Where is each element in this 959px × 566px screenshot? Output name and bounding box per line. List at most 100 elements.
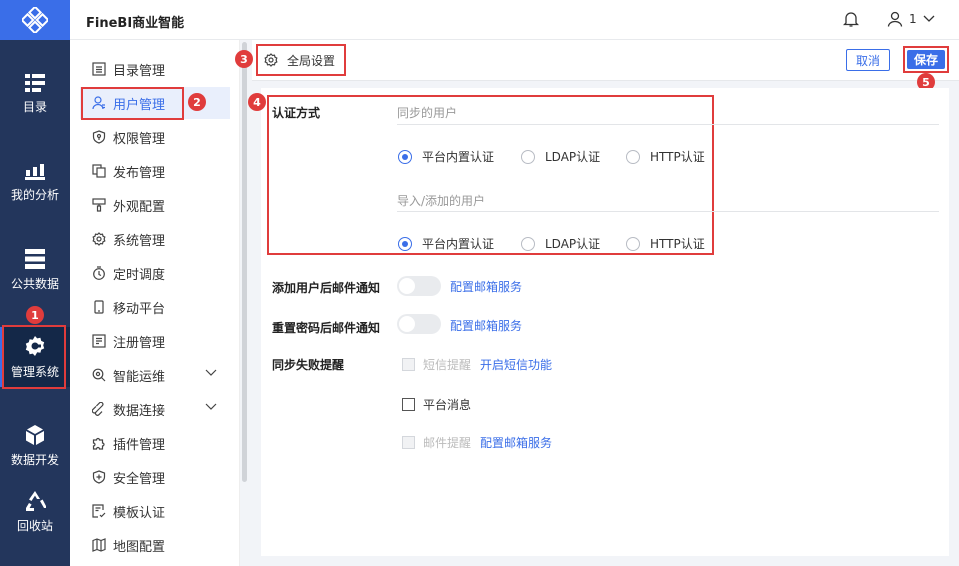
- highlight-box-users: [81, 87, 184, 120]
- sidebar-item-catalog[interactable]: 目录管理: [80, 53, 230, 85]
- mobile-icon: [94, 300, 104, 314]
- database-icon: [25, 248, 45, 269]
- checkbox-label: 短信提醒: [423, 358, 472, 372]
- main-content: 全局设置 3 取消 保存 5 4 认证方式 同步的用户 平台内置认证 LDAP认…: [235, 40, 959, 566]
- user-icon: [887, 11, 903, 27]
- reset-pwd-notify-label: 重置密码后邮件通知: [272, 321, 381, 335]
- divider: [397, 211, 939, 212]
- cube-icon: [26, 424, 44, 445]
- sync-users-label: 同步的用户: [397, 106, 458, 120]
- step-badge-1: 1: [26, 306, 44, 324]
- add-user-mail-config-link[interactable]: 配置邮箱服务: [450, 278, 522, 295]
- search-gear-icon: [92, 368, 106, 382]
- nav-label: 回收站: [16, 518, 53, 533]
- tab-global-settings[interactable]: 全局设置: [256, 44, 346, 76]
- sidebar-item-appearance[interactable]: 外观配置: [80, 189, 230, 221]
- import-radio-builtin[interactable]: 平台内置认证: [398, 235, 494, 252]
- user-name: 1: [909, 12, 917, 26]
- nav-item-my-analysis[interactable]: 我的分析: [0, 152, 70, 212]
- sidebar-item-schedule[interactable]: 定时调度: [80, 257, 230, 289]
- link-icon: [92, 402, 104, 416]
- sidebar-item-template[interactable]: 模板认证: [80, 495, 230, 527]
- user-menu[interactable]: 1: [887, 11, 935, 27]
- import-radio-http[interactable]: HTTP认证: [626, 235, 705, 252]
- sidebar-item-label: 插件管理: [113, 437, 166, 453]
- shield-icon: [92, 130, 106, 144]
- sidebar-item-plugins[interactable]: 插件管理: [80, 427, 230, 459]
- chevron-down-icon[interactable]: [205, 369, 217, 377]
- sidebar-item-label: 注册管理: [113, 335, 166, 351]
- nav-item-public-data[interactable]: 公共数据: [0, 240, 70, 300]
- radio-dot: [626, 149, 640, 164]
- radio-label: HTTP认证: [650, 237, 705, 251]
- nav-label: 目录: [22, 99, 47, 114]
- add-user-notify-toggle[interactable]: [397, 276, 441, 296]
- app-logo[interactable]: [0, 0, 70, 40]
- top-bar: FineBI商业智能 1: [70, 0, 959, 40]
- radio-label: LDAP认证: [545, 237, 601, 251]
- recycle-icon: [26, 490, 46, 511]
- import-radio-ldap[interactable]: LDAP认证: [521, 235, 600, 252]
- nav-item-data-dev[interactable]: 数据开发: [0, 416, 70, 476]
- mail-remind-config-link[interactable]: 配置邮箱服务: [480, 434, 552, 451]
- checkbox-box: [402, 436, 415, 449]
- template-icon: [92, 504, 106, 518]
- chevron-down-icon[interactable]: [205, 403, 217, 411]
- highlight-box-auth: [267, 95, 714, 255]
- radio-dot: [626, 236, 640, 251]
- sync-radio-builtin[interactable]: 平台内置认证: [398, 148, 494, 165]
- sidebar-item-system[interactable]: 系统管理: [80, 223, 230, 255]
- sidebar-item-label: 定时调度: [113, 267, 166, 283]
- checkbox-box: [402, 398, 415, 411]
- cancel-button[interactable]: 取消: [846, 49, 890, 71]
- sidebar-item-label: 权限管理: [113, 131, 166, 147]
- save-button[interactable]: 保存: [907, 50, 945, 69]
- nav-item-catalog[interactable]: 目录: [0, 64, 70, 124]
- platform-msg-checkbox[interactable]: 平台消息: [402, 396, 471, 413]
- sidebar-item-label: 数据连接: [113, 403, 166, 419]
- reset-pwd-notify-toggle[interactable]: [397, 314, 441, 334]
- sidebar-scrollbar[interactable]: [242, 42, 247, 482]
- checkbox-box: [402, 358, 415, 371]
- sidebar-item-data-connection[interactable]: 数据连接: [80, 393, 230, 425]
- sidebar-item-ops[interactable]: 智能运维: [80, 359, 230, 391]
- sidebar-item-security[interactable]: 安全管理: [80, 461, 230, 493]
- nav-item-recycle[interactable]: 回收站: [0, 482, 70, 542]
- auth-method-label: 认证方式: [272, 106, 321, 120]
- chart-icon: [25, 163, 45, 180]
- register-icon: [92, 334, 106, 348]
- sms-remind-checkbox[interactable]: 短信提醒: [402, 356, 471, 373]
- bell-icon: [842, 12, 860, 27]
- notification-button[interactable]: [842, 11, 860, 31]
- copy-icon: [92, 164, 106, 178]
- checkbox-label: 邮件提醒: [423, 436, 472, 450]
- sidebar-item-label: 移动平台: [113, 301, 166, 317]
- sidebar-item-mobile[interactable]: 移动平台: [80, 291, 230, 323]
- sync-radio-ldap[interactable]: LDAP认证: [521, 148, 600, 165]
- step-badge-4: 4: [248, 93, 266, 111]
- reset-pwd-mail-config-link[interactable]: 配置邮箱服务: [450, 317, 522, 334]
- logo-icon: [22, 7, 48, 33]
- brand-title: FineBI商业智能: [86, 16, 185, 31]
- radio-label: 平台内置认证: [422, 237, 495, 251]
- puzzle-icon: [92, 437, 105, 450]
- sidebar-item-map[interactable]: 地图配置: [80, 529, 230, 561]
- mail-remind-checkbox[interactable]: 邮件提醒: [402, 434, 471, 451]
- sync-radio-http[interactable]: HTTP认证: [626, 148, 705, 165]
- tab-bar: 全局设置 3 取消 保存 5: [235, 40, 959, 91]
- tab-label: 全局设置: [287, 53, 336, 68]
- radio-label: HTTP认证: [650, 150, 705, 164]
- save-button-highlight: 保存: [903, 46, 949, 73]
- enable-sms-link[interactable]: 开启短信功能: [480, 356, 552, 373]
- radio-dot: [398, 236, 412, 251]
- sidebar-item-label: 目录管理: [113, 63, 166, 79]
- sidebar-item-register[interactable]: 注册管理: [80, 325, 230, 357]
- sidebar-item-permissions[interactable]: 权限管理: [80, 121, 230, 153]
- step-badge-2: 2: [188, 93, 206, 111]
- shield-plus-icon: [92, 470, 106, 484]
- divider: [397, 124, 939, 125]
- sidebar-item-publish[interactable]: 发布管理: [80, 155, 230, 187]
- sidebar-item-label: 安全管理: [113, 471, 166, 487]
- settings-panel: 4 认证方式 同步的用户 平台内置认证 LDAP认证 HTTP认证 导入/添加的…: [248, 88, 949, 556]
- import-users-label: 导入/添加的用户: [397, 194, 486, 208]
